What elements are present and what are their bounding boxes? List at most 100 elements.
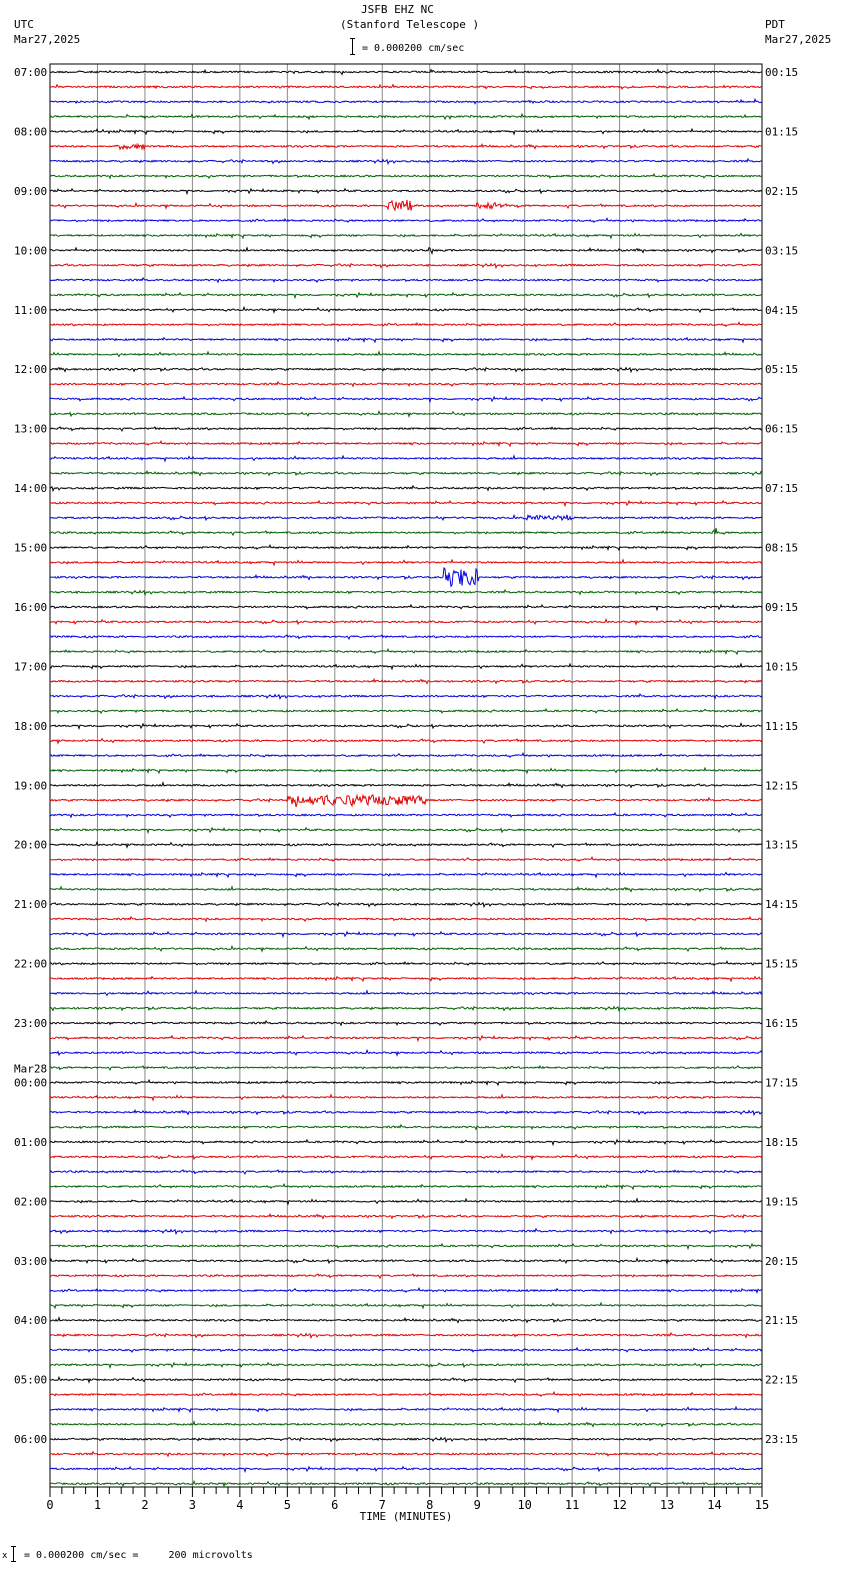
pdt-hour-label: 13:15 [765, 839, 798, 852]
pdt-hour-label: 22:15 [765, 1374, 798, 1387]
trace-line [49, 1479, 763, 1488]
trace-line [49, 826, 763, 835]
trace-line [49, 603, 763, 612]
x-tick-label: 13 [660, 1498, 674, 1512]
trace-line [49, 1078, 763, 1087]
utc-hour-label: 00:00 [14, 1076, 47, 1089]
trace-line [49, 781, 763, 789]
utc-hour-label: 21:00 [14, 898, 47, 911]
utc-hour-label: 08:00 [14, 125, 47, 138]
trace-line [49, 915, 763, 923]
pdt-hour-label: 01:15 [765, 125, 798, 138]
trace-line [49, 366, 763, 374]
x-tick-label: 6 [331, 1498, 338, 1512]
trace-line [49, 305, 763, 314]
trace-line [49, 766, 763, 775]
trace-line [49, 960, 763, 966]
trace-line [50, 1375, 763, 1384]
utc-hour-label: 07:00 [14, 66, 47, 79]
pdt-hour-label: 18:15 [765, 1136, 798, 1149]
utc-hour-label: 13:00 [14, 423, 47, 436]
trace-line [49, 484, 763, 493]
trace-line [49, 1465, 763, 1474]
trace-line [49, 1108, 763, 1117]
pdt-hour-label: 15:15 [765, 958, 798, 971]
trace-line [49, 395, 763, 404]
trace-line [49, 1138, 763, 1147]
pdt-hour-label: 17:15 [765, 1076, 798, 1089]
utc-hour-label: 01:00 [14, 1136, 47, 1149]
trace-line [49, 112, 763, 121]
trace-line [49, 1436, 763, 1444]
pdt-hour-label: 08:15 [765, 542, 798, 555]
trace-line [50, 1065, 763, 1071]
trace-line [49, 1182, 763, 1191]
trace-line [49, 1256, 763, 1265]
x-tick-label: 3 [189, 1498, 196, 1512]
trace-line [49, 1227, 763, 1236]
trace-line [49, 127, 762, 136]
trace-line [49, 662, 763, 671]
x-tick-label: 5 [284, 1498, 291, 1512]
x-tick-label: 1 [94, 1498, 101, 1512]
trace-line [49, 634, 763, 641]
trace-line [49, 566, 763, 588]
trace-line [49, 350, 763, 358]
trace-line [49, 975, 763, 983]
x-tick-label: 14 [707, 1498, 721, 1512]
trace-line [49, 707, 763, 715]
trace-line [49, 811, 763, 819]
pdt-hour-label: 12:15 [765, 779, 798, 792]
trace-line [49, 647, 763, 656]
utc-hour-label: 02:00 [14, 1195, 47, 1208]
trace-line [50, 1301, 763, 1310]
trace-line [49, 380, 763, 388]
trace-line [49, 721, 763, 731]
pdt-hour-label: 16:15 [765, 1017, 798, 1030]
utc-hour-label: 05:00 [14, 1374, 47, 1387]
trace-line [49, 410, 763, 418]
trace-line [49, 1390, 763, 1398]
trace-line [49, 187, 763, 196]
trace-line [49, 677, 763, 685]
utc-hour-label: 11:00 [14, 304, 47, 317]
pdt-hour-label: 05:15 [765, 363, 798, 376]
trace-line [49, 1316, 763, 1324]
pdt-hour-label: 20:15 [765, 1255, 798, 1268]
pdt-hour-label: 19:15 [765, 1195, 798, 1208]
trace-line [49, 142, 763, 151]
trace-line [49, 617, 763, 626]
trace-line [49, 855, 763, 863]
trace-line [49, 692, 763, 701]
trace-line [49, 751, 763, 759]
trace-line [49, 291, 763, 300]
trace-line [49, 885, 763, 893]
trace-line [49, 793, 763, 808]
utc-hour-label: 04:00 [14, 1314, 47, 1327]
x-tick-label: 2 [141, 1498, 148, 1512]
trace-line [49, 199, 763, 212]
trace-line [49, 262, 763, 270]
trace-line [49, 469, 763, 477]
trace-line [49, 1212, 763, 1220]
pdt-hour-label: 09:15 [765, 601, 798, 614]
trace-line [49, 989, 763, 997]
trace-line [49, 97, 763, 105]
trace-line [50, 68, 762, 76]
utc-hour-label: 18:00 [14, 720, 47, 733]
date-change-label: Mar28 [14, 1062, 47, 1075]
trace-line [50, 1361, 763, 1370]
trace-line [49, 1197, 763, 1206]
x-tick-label: 0 [46, 1498, 53, 1512]
pdt-hour-label: 23:15 [765, 1433, 798, 1446]
utc-hour-label: 15:00 [14, 542, 47, 555]
x-axis-label: TIME (MINUTES) [360, 1510, 453, 1523]
utc-hour-label: 23:00 [14, 1017, 47, 1030]
trace-line [49, 1005, 763, 1013]
trace-line [49, 588, 763, 597]
trace-line [49, 944, 763, 953]
utc-hour-label: 09:00 [14, 185, 47, 198]
utc-hour-label: 03:00 [14, 1255, 47, 1268]
trace-line [49, 1093, 763, 1102]
trace-line [49, 1331, 763, 1340]
